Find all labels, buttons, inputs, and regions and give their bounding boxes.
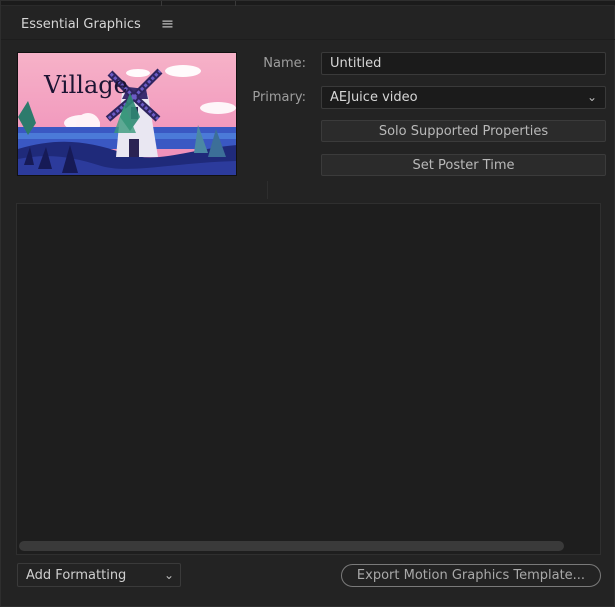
chevron-down-icon: ⌄ xyxy=(586,90,597,104)
set-poster-time-label: Set Poster Time xyxy=(412,157,515,173)
primary-label: Primary: xyxy=(252,90,306,105)
header-divider xyxy=(1,39,615,40)
essential-graphics-panel: Essential Graphics ≡ Village Name: Untit… xyxy=(0,0,615,607)
name-input[interactable]: Untitled xyxy=(321,52,606,75)
strip-divider xyxy=(235,1,236,6)
name-label: Name: xyxy=(263,56,306,71)
name-input-value: Untitled xyxy=(330,56,382,71)
panel-title[interactable]: Essential Graphics xyxy=(9,17,147,32)
top-strip xyxy=(1,1,615,6)
strip-divider xyxy=(161,1,162,6)
hamburger-menu-icon[interactable]: ≡ xyxy=(161,16,174,32)
set-poster-time-button[interactable]: Set Poster Time xyxy=(321,154,606,176)
solo-supported-properties-button[interactable]: Solo Supported Properties xyxy=(321,120,606,142)
export-motion-graphics-template-button[interactable]: Export Motion Graphics Template... xyxy=(341,564,601,587)
chevron-down-icon: ⌄ xyxy=(163,568,174,582)
add-formatting-dropdown[interactable]: Add Formatting ⌄ xyxy=(17,563,181,587)
properties-list-area[interactable] xyxy=(16,203,601,555)
solo-supported-properties-label: Solo Supported Properties xyxy=(378,123,549,139)
split-handle[interactable] xyxy=(267,181,268,199)
horizontal-scrollbar[interactable] xyxy=(19,541,564,551)
add-formatting-label: Add Formatting xyxy=(26,567,127,583)
template-thumbnail[interactable]: Village xyxy=(17,52,237,176)
primary-select-value: AEJuice video xyxy=(330,90,418,105)
thumbnail-title: Village xyxy=(44,71,128,99)
panel-header: Essential Graphics ≡ xyxy=(9,11,174,37)
primary-select[interactable]: AEJuice video ⌄ xyxy=(321,86,606,109)
export-button-label: Export Motion Graphics Template... xyxy=(356,568,586,583)
